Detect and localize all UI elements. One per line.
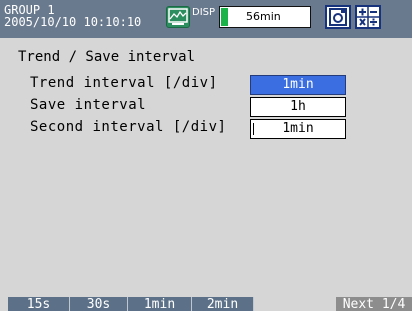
memory-duration-label: 56min	[246, 10, 281, 23]
page-title: Trend / Save interval	[18, 49, 196, 65]
trend-interval-field[interactable]: 1min	[250, 75, 346, 95]
plus-minus-times-divide-icon[interactable]	[355, 5, 381, 29]
softkey-bar: 15s 30s 1min 2min Next 1/4	[0, 297, 412, 311]
second-interval-label: Second interval [/div]	[30, 119, 227, 135]
softkey-next-page[interactable]: Next 1/4	[336, 297, 412, 311]
display-mode-icon[interactable]	[166, 6, 190, 28]
memory-progress-fill	[221, 8, 228, 26]
softkey-2min[interactable]: 2min	[192, 297, 254, 311]
datetime-label: 2005/10/10 10:10:10	[4, 15, 142, 29]
display-mode-label: DISP	[192, 7, 216, 18]
memory-progress-bar: 56min	[219, 6, 311, 28]
save-interval-field[interactable]: 1h	[250, 97, 346, 117]
floppy-save-icon[interactable]	[325, 5, 351, 29]
second-interval-field[interactable]: 1min	[250, 119, 346, 139]
trend-interval-label: Trend interval [/div]	[30, 75, 218, 91]
softkey-15s[interactable]: 15s	[8, 297, 70, 311]
status-header: GROUP 1 2005/10/10 10:10:10 DISP 56min	[0, 0, 412, 38]
save-interval-label: Save interval	[30, 97, 147, 113]
softkey-1min[interactable]: 1min	[128, 297, 192, 311]
softkey-30s[interactable]: 30s	[70, 297, 128, 311]
